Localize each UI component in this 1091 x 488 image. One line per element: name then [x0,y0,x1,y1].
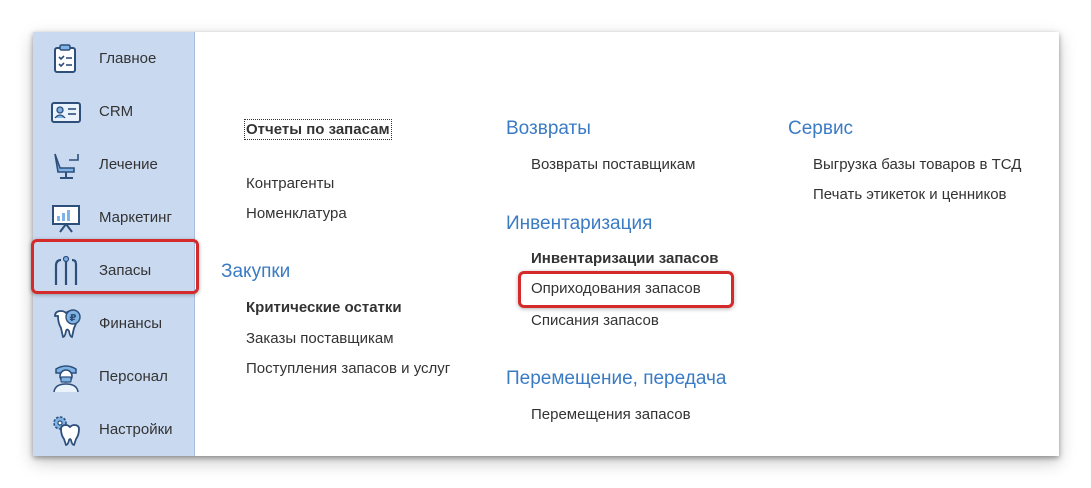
sidebar-item-settings[interactable]: Настройки [33,403,195,456]
sidebar-item-marketing[interactable]: Маркетинг [33,191,195,244]
link-stock-receipts[interactable]: Поступления запасов и услуг [246,360,450,377]
link-critical-stock[interactable]: Критические остатки [246,299,402,316]
link-supplier-orders[interactable]: Заказы поставщикам [246,330,394,347]
crm-card-icon [49,95,83,129]
sidebar-item-finance[interactable]: ₽ Финансы [33,297,195,350]
link-stock-transfers[interactable]: Перемещения запасов [531,406,691,423]
section-title-inventory-count: Инвентаризация [506,213,653,234]
link-print-labels[interactable]: Печать этикеток и ценников [813,186,1007,203]
section-title-transfers: Перемещение, передача [506,368,727,389]
sidebar-item-label: Запасы [99,262,152,279]
sidebar-item-label: Лечение [99,156,158,173]
svg-text:₽: ₽ [70,313,77,324]
sidebar: Главное CRM Лечение Маркетинг Запасы ₽ Ф… [33,32,195,456]
sidebar-item-inventory[interactable]: Запасы [33,244,195,297]
section-title-returns: Возвраты [506,118,591,139]
presentation-board-icon [49,201,83,235]
sidebar-item-crm[interactable]: CRM [33,85,195,138]
sidebar-item-label: Маркетинг [99,209,172,226]
sidebar-item-label: Главное [99,50,157,67]
sidebar-item-label: Настройки [99,421,173,438]
link-stock-capitalization[interactable]: Оприходования запасов [531,280,701,297]
app-window: Главное CRM Лечение Маркетинг Запасы ₽ Ф… [33,32,1059,456]
section-title-purchases: Закупки [221,261,291,282]
link-export-tsd[interactable]: Выгрузка базы товаров в ТСД [813,156,1021,173]
link-stock-reports[interactable]: Отчеты по запасам [244,119,392,140]
link-supplier-returns[interactable]: Возвраты поставщикам [531,156,695,173]
tooth-ruble-icon: ₽ [49,307,83,341]
link-counterparties[interactable]: Контрагенты [246,175,334,192]
link-stock-writeoffs[interactable]: Списания запасов [531,312,659,329]
sidebar-item-treatment[interactable]: Лечение [33,138,195,191]
link-inventory-counts[interactable]: Инвентаризации запасов [531,250,719,267]
sidebar-item-label: Персонал [99,368,168,385]
content-area: Отчеты по запасам Контрагенты Номенклату… [195,32,1059,456]
link-nomenclature[interactable]: Номенклатура [246,205,347,222]
sidebar-item-label: CRM [99,103,134,120]
dental-tools-icon [49,254,83,288]
section-title-service: Сервис [788,118,854,139]
sidebar-item-main[interactable]: Главное [33,32,195,85]
dental-chair-icon [49,148,83,182]
home-tasks-icon [49,42,83,76]
sidebar-item-label: Финансы [99,315,162,332]
doctor-icon [49,360,83,394]
sidebar-item-staff[interactable]: Персонал [33,350,195,403]
tooth-gear-icon [49,413,83,447]
